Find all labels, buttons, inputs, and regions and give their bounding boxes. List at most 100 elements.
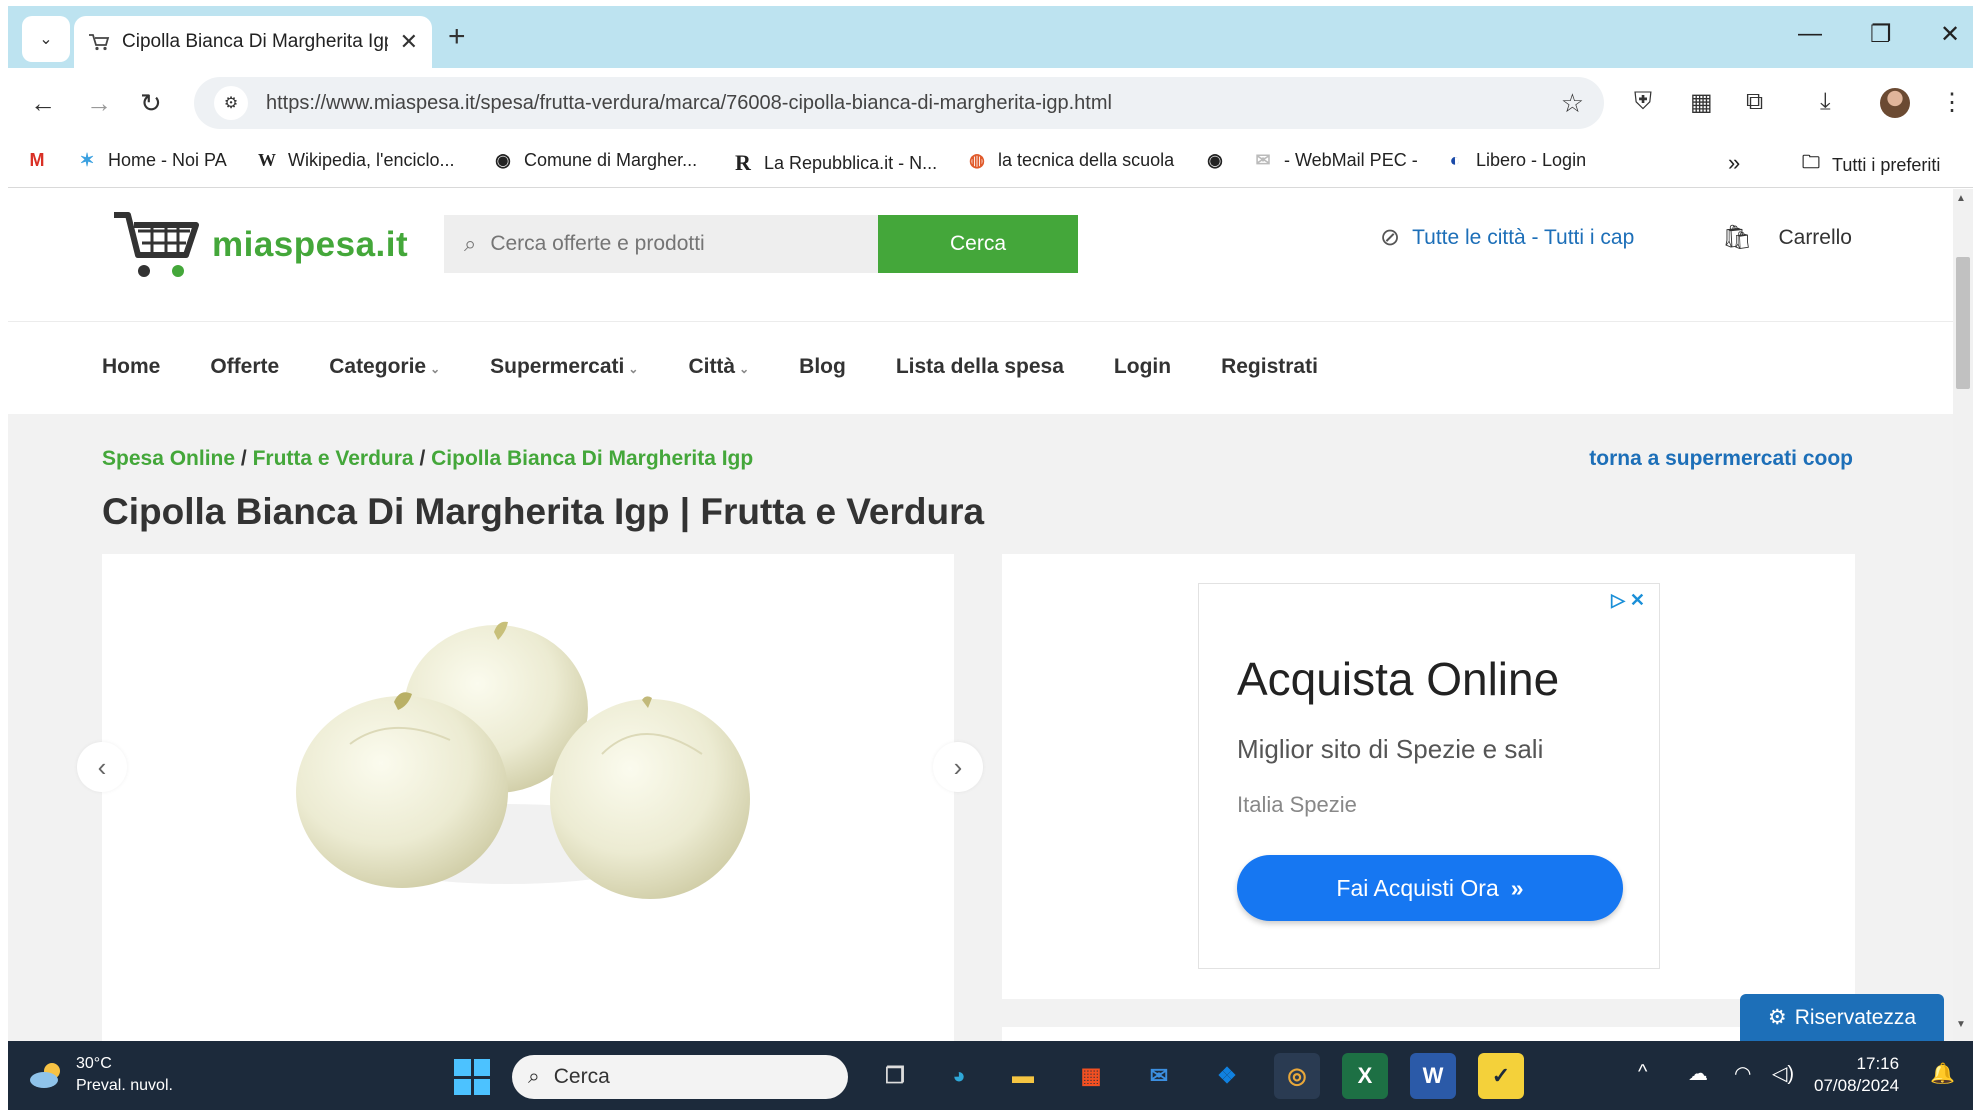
download-icon[interactable]: ⤓ [1820, 88, 1831, 116]
taskbar-search-label: Cerca [553, 1065, 610, 1088]
carousel-prev-button[interactable]: ‹ [77, 742, 127, 792]
bookmark-tecnica-scuola[interactable]: ◍ la tecnica della scuola [966, 150, 1174, 171]
extension-shield-icon[interactable]: ⛨ [1634, 88, 1652, 116]
double-chevron-right-icon: » [1510, 874, 1524, 901]
dropbox-icon[interactable]: ❖ [1204, 1053, 1250, 1099]
weather-widget[interactable]: 30°C Preval. nuvol. [28, 1053, 173, 1097]
start-button[interactable] [454, 1059, 490, 1095]
noipa-icon: ✶ [79, 150, 95, 170]
folder-icon: 🗀 [1802, 152, 1820, 172]
ad-banner[interactable]: ▷ ✕ Acquista Online Miglior sito di Spez… [1198, 583, 1660, 969]
excel-icon[interactable]: X [1342, 1053, 1388, 1099]
cart-link[interactable]: 🛍 Carrello [1722, 223, 1852, 252]
cloud-sun-icon [30, 1063, 60, 1088]
nav-lista-spesa[interactable]: Lista della spesa [896, 355, 1064, 379]
address-url[interactable]: https://www.miaspesa.it/spesa/frutta-ver… [266, 92, 1543, 115]
forward-arrow-icon[interactable]: → [86, 88, 112, 119]
wifi-icon[interactable]: ◠ [1734, 1061, 1751, 1086]
menu-kebab-icon[interactable]: ⋮ [1940, 88, 1964, 117]
search-input[interactable] [490, 232, 858, 256]
breadcrumb-item[interactable]: Frutta e Verdura [253, 447, 414, 470]
ad-choices-icon[interactable]: ▷ ✕ [1611, 590, 1645, 611]
bookmark-gmail[interactable]: M [26, 150, 48, 171]
ad-cta-button[interactable]: Fai Acquisti Ora » [1237, 855, 1623, 921]
bookmark-label: Home - Noi PA [108, 150, 227, 170]
norton-icon[interactable]: ✓ [1478, 1053, 1524, 1099]
search-icon: ⌕ [528, 1065, 540, 1088]
chevron-up-icon[interactable]: ^ [1638, 1061, 1647, 1084]
nav-citta[interactable]: Città ⌄ [688, 355, 749, 379]
notification-icon[interactable]: 🔔 [1930, 1061, 1955, 1086]
privacy-label: Riservatezza [1794, 1005, 1917, 1029]
edge-icon[interactable]: ◕ [936, 1053, 982, 1099]
back-to-supermarket-link[interactable]: torna a supermercati coop [1589, 447, 1853, 471]
all-bookmarks-button[interactable]: 🗀 Tutti i preferiti [1800, 150, 1940, 180]
mail-icon[interactable]: ✉ [1136, 1053, 1182, 1099]
site-info-icon[interactable]: ⚙ [214, 86, 248, 120]
address-bar[interactable]: ⚙ https://www.miaspesa.it/spesa/frutta-v… [194, 77, 1604, 129]
carousel-next-button[interactable]: › [933, 742, 983, 792]
chevron-down-icon: ⌄ [39, 31, 53, 48]
new-tab-button[interactable]: + [448, 20, 466, 54]
bookmark-webmail-pec[interactable]: ✉ - WebMail PEC - [1252, 150, 1418, 171]
bookmark-label: Libero - Login [1476, 150, 1587, 170]
globe-icon: ◉ [1207, 150, 1223, 170]
bookmark-libero[interactable]: ◐ Libero - Login [1444, 150, 1587, 171]
reload-icon[interactable]: ↻ [140, 88, 162, 119]
nav-offerte[interactable]: Offerte [210, 355, 279, 379]
site-logo[interactable]: miaspesa.it [112, 209, 408, 281]
nav-home[interactable]: Home [102, 355, 160, 379]
breadcrumb-separator: / [235, 447, 253, 470]
chevron-down-icon: ⌄ [628, 362, 639, 376]
bookmark-wikipedia[interactable]: W Wikipedia, l'enciclo... [256, 150, 455, 171]
system-clock[interactable]: 17:16 07/08/2024 [1814, 1053, 1899, 1097]
store-icon[interactable]: ▦ [1068, 1053, 1114, 1099]
close-window-icon[interactable]: ✕ [1940, 20, 1960, 49]
privacy-settings-button[interactable]: ⚙ Riservatezza [1740, 994, 1944, 1041]
nav-citta-label: Città [688, 355, 736, 378]
nav-registrati[interactable]: Registrati [1221, 355, 1318, 379]
bookmark-globe[interactable]: ◉ [1204, 150, 1226, 171]
minimize-icon[interactable]: — [1798, 20, 1822, 48]
nav-categorie[interactable]: Categorie ⌄ [329, 355, 440, 379]
bookmark-comune[interactable]: ◉ Comune di Margher... [492, 150, 697, 171]
scroll-up-icon[interactable]: ▲ [1956, 193, 1966, 204]
task-view-icon[interactable]: ❐ [872, 1053, 918, 1099]
tab-search-button[interactable]: ⌄ [22, 16, 70, 62]
grid-icon[interactable]: ▦ [1690, 88, 1713, 117]
scroll-down-icon[interactable]: ▼ [1956, 1019, 1966, 1030]
restore-icon[interactable]: ❐ [1870, 20, 1892, 49]
nav-supermercati[interactable]: Supermercati ⌄ [490, 355, 638, 379]
scrollbar-thumb[interactable] [1956, 257, 1970, 389]
city-selector-link[interactable]: ⊘ Tutte le città - Tutti i cap [1380, 223, 1634, 252]
onedrive-cloud-icon[interactable]: ☁ [1688, 1061, 1708, 1086]
browser-tab-active[interactable]: Cipolla Bianca Di Margherita Igp ✕ [74, 16, 432, 68]
file-explorer-icon[interactable]: ▬ [1000, 1053, 1046, 1099]
taskbar-search[interactable]: ⌕ Cerca [512, 1055, 848, 1099]
bookmark-noipa[interactable]: ✶ Home - Noi PA [76, 150, 227, 171]
nav-login[interactable]: Login [1114, 355, 1171, 379]
chrome-icon[interactable]: ◎ [1274, 1053, 1320, 1099]
extensions-puzzle-icon[interactable]: ⧉ [1746, 88, 1763, 116]
bookmark-label: - WebMail PEC - [1284, 150, 1418, 170]
back-arrow-icon[interactable]: ← [30, 88, 56, 119]
page-scrollbar[interactable]: ▲ ▼ [1953, 189, 1973, 1041]
all-bookmarks-label: Tutti i preferiti [1832, 154, 1941, 175]
search-button[interactable]: Cerca [878, 215, 1078, 273]
profile-avatar[interactable] [1880, 88, 1910, 118]
logo-text: miaspesa.it [212, 225, 409, 264]
word-icon[interactable]: W [1410, 1053, 1456, 1099]
shopping-cart-logo-icon [114, 212, 199, 277]
bookmarks-overflow-icon[interactable]: » [1728, 150, 1740, 176]
breadcrumb-item[interactable]: Spesa Online [102, 447, 235, 470]
repubblica-icon: R [735, 150, 751, 175]
breadcrumb-item[interactable]: Cipolla Bianca Di Margherita Igp [431, 447, 753, 470]
bookmark-repubblica[interactable]: R La Repubblica.it - N... [732, 150, 937, 176]
volume-icon[interactable]: ◁) [1772, 1061, 1794, 1086]
nav-blog[interactable]: Blog [799, 355, 846, 379]
tab-close-icon[interactable]: ✕ [400, 29, 418, 55]
search-field[interactable]: ⌕ [444, 215, 878, 273]
bookmark-star-icon[interactable]: ☆ [1561, 88, 1584, 119]
compass-icon: ⊘ [1380, 224, 1401, 251]
cart-favicon-icon [89, 34, 110, 51]
